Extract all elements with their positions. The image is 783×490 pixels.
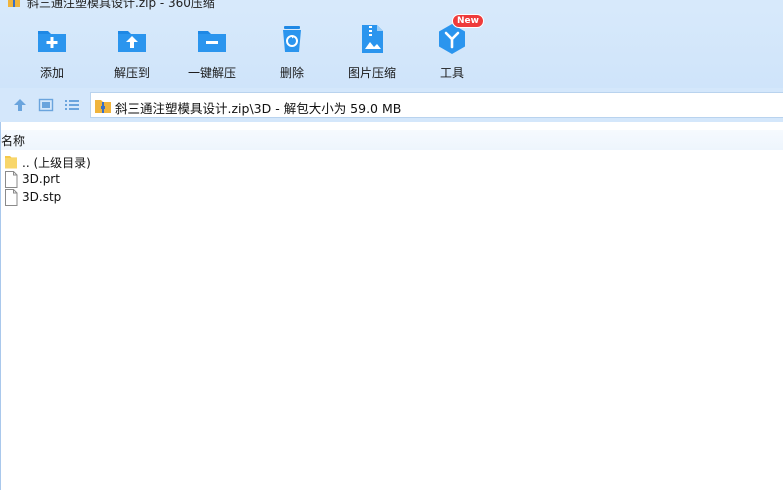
- one-click-extract-label: 一键解压: [187, 66, 236, 80]
- new-badge: New: [452, 14, 484, 28]
- thumbnail-view-icon[interactable]: [38, 97, 54, 113]
- list-item-label: 3D.stp: [22, 190, 62, 204]
- add-label: 添加: [39, 66, 64, 80]
- path-field[interactable]: 斜三通注塑模具设计.zip\3D - 解包大小为 59.0 MB: [90, 92, 783, 118]
- add-button[interactable]: 添加: [12, 22, 92, 86]
- file-list-panel: 名称 .. (上级目录) 3D.prt 3D.stp: [0, 122, 783, 490]
- list-item-parent-dir[interactable]: .. (上级目录): [4, 153, 304, 171]
- image-compress-button[interactable]: 图片压缩: [332, 22, 412, 86]
- delete-icon: [283, 26, 301, 52]
- list-item-3d-prt[interactable]: 3D.prt: [4, 171, 304, 189]
- folder-icon: [5, 156, 17, 169]
- extract-to-button[interactable]: 解压到: [92, 22, 172, 86]
- image-compress-label: 图片压缩: [347, 66, 396, 80]
- tools-icon-wrap: New: [435, 14, 484, 56]
- path-text: 斜三通注塑模具设计.zip\3D - 解包大小为 59.0 MB: [115, 101, 402, 116]
- main-toolbar: 添加 解压到 一键解压 删除 图片压缩 New 工具: [0, 10, 783, 88]
- zip-archive-icon: [95, 100, 111, 113]
- column-header-name[interactable]: 名称: [1, 130, 783, 150]
- delete-button[interactable]: 删除: [252, 22, 332, 86]
- one-click-extract-icon: [198, 31, 226, 52]
- list-view-icon[interactable]: [64, 97, 80, 113]
- image-compress-icon: [362, 25, 383, 53]
- tools-label: 工具: [439, 66, 464, 80]
- one-click-extract-button[interactable]: 一键解压: [172, 22, 252, 86]
- list-item-3d-stp[interactable]: 3D.stp: [4, 189, 304, 207]
- delete-label: 删除: [279, 66, 304, 80]
- file-icon: [5, 189, 18, 206]
- add-folder-icon: [38, 31, 66, 52]
- app-zip-icon: [8, 0, 20, 7]
- tools-button[interactable]: New 工具: [412, 14, 492, 86]
- file-icon: [5, 171, 18, 188]
- column-header-label: 名称: [1, 134, 26, 148]
- title-bar: 斜三通注塑模具设计.zip - 360压缩: [0, 0, 783, 10]
- list-item-label: .. (上级目录): [22, 156, 91, 170]
- extract-to-icon: [118, 31, 146, 52]
- up-arrow-icon[interactable]: [12, 97, 28, 113]
- extract-to-label: 解压到: [113, 66, 150, 80]
- window-title: 斜三通注塑模具设计.zip - 360压缩: [27, 0, 215, 10]
- list-item-label: 3D.prt: [22, 172, 60, 186]
- address-bar: 斜三通注塑模具设计.zip\3D - 解包大小为 59.0 MB: [0, 88, 783, 122]
